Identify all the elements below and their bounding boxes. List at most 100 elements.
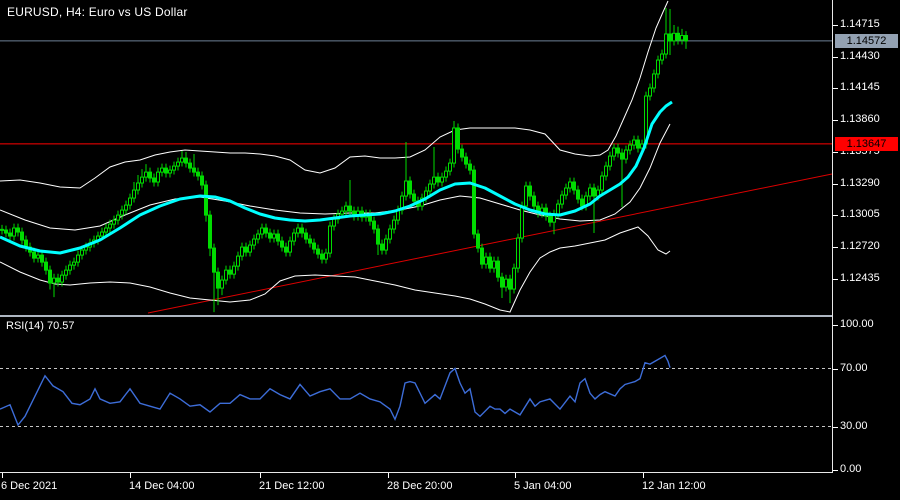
- candle-body: [264, 227, 268, 234]
- candle-body: [312, 242, 316, 250]
- candle-body: [652, 73, 656, 89]
- rsi-axis-label: 100.00: [840, 318, 874, 330]
- candle-body: [484, 256, 488, 265]
- candle-body: [296, 227, 300, 234]
- candle-body: [20, 231, 24, 241]
- candle-body: [376, 228, 380, 245]
- candle-body: [68, 264, 72, 271]
- candle-body: [668, 33, 672, 42]
- candle-body: [112, 219, 116, 225]
- candle-body: [188, 162, 192, 169]
- candle-body: [520, 205, 524, 239]
- candle-body: [108, 223, 112, 229]
- candle-body: [580, 198, 584, 207]
- candle-body: [468, 163, 472, 171]
- candle-body: [252, 238, 256, 246]
- candle-body: [604, 165, 608, 177]
- candle-body: [684, 35, 688, 42]
- price-axis-label: 1.14715: [840, 18, 880, 30]
- candle-body: [268, 232, 272, 239]
- bollinger-middle-band: [0, 123, 671, 231]
- candle-body: [500, 276, 504, 288]
- candle-body: [148, 171, 152, 179]
- candle-body: [228, 269, 232, 275]
- price-tick: [833, 369, 838, 370]
- price-tick: [833, 325, 838, 326]
- candle-body: [472, 169, 476, 235]
- candle-body: [664, 33, 668, 55]
- level-price-box: 1.13647: [835, 137, 898, 151]
- rsi-line: [0, 354, 671, 427]
- candle-body: [248, 244, 252, 253]
- candle-body: [608, 155, 612, 167]
- price-tick: [833, 184, 838, 185]
- time-axis-label: 6 Dec 2021: [1, 480, 58, 492]
- candle-body: [256, 233, 260, 240]
- candle-body: [320, 253, 324, 260]
- ascending-trendline[interactable]: [147, 173, 832, 314]
- candle-body: [72, 261, 76, 266]
- candle-body: [676, 32, 680, 41]
- time-axis-label: 14 Dec 04:00: [129, 480, 195, 492]
- candle-body: [648, 87, 652, 97]
- candle-body: [328, 225, 332, 254]
- price-axis-label: 1.14145: [840, 81, 880, 93]
- candle-body: [160, 167, 164, 173]
- panel-separator[interactable]: [0, 315, 832, 317]
- candle-body: [0, 228, 4, 231]
- time-axis[interactable]: 6 Dec 2021 14 Dec 04:00 21 Dec 12:00 28 Dec…: [0, 473, 900, 500]
- candle-body: [288, 240, 292, 253]
- candle-body: [292, 232, 296, 242]
- price-tick: [833, 120, 838, 121]
- candle-body: [8, 232, 12, 237]
- candle-body: [76, 254, 80, 263]
- main-price-panel[interactable]: [0, 0, 832, 317]
- price-tick: [833, 215, 838, 216]
- candle-body: [612, 147, 616, 157]
- bollinger-upper-band: [0, 0, 669, 189]
- time-tick: [2, 473, 3, 478]
- candle-body: [4, 229, 8, 234]
- candle-body: [44, 261, 48, 271]
- price-tick: [833, 25, 838, 26]
- rsi-indicator-panel[interactable]: [0, 317, 832, 473]
- time-axis-label: 28 Dec 20:00: [387, 480, 453, 492]
- time-tick: [130, 473, 131, 478]
- candle-body: [452, 127, 456, 164]
- candle-body: [456, 127, 460, 150]
- chart-title: EURUSD, H4: Euro vs US Dollar: [7, 5, 188, 19]
- candle-body: [244, 246, 248, 253]
- candle-body: [16, 227, 20, 233]
- trading-chart-window: EURUSD, H4: Euro vs US Dollar RSI(14) 70…: [0, 0, 900, 500]
- candle-body: [316, 248, 320, 255]
- candle-body: [332, 218, 336, 227]
- candle-body: [164, 167, 168, 174]
- candle-body: [236, 255, 240, 267]
- candle-body: [224, 269, 228, 281]
- candle-body: [124, 204, 128, 211]
- candle-body: [380, 243, 384, 251]
- candle-body: [384, 238, 388, 251]
- candle-body: [208, 214, 212, 249]
- candle-body: [340, 210, 344, 215]
- candle-body: [436, 176, 440, 183]
- candle-body: [428, 183, 432, 192]
- time-axis-label: 5 Jan 04:00: [514, 480, 572, 492]
- candle-body: [260, 227, 264, 235]
- candle-body: [632, 139, 636, 146]
- candle-body: [556, 203, 560, 215]
- time-axis-label: 21 Dec 12:00: [259, 480, 325, 492]
- candle-body: [568, 181, 572, 189]
- candle-body: [272, 233, 276, 239]
- candle-body: [132, 189, 136, 199]
- candle-body: [180, 157, 184, 163]
- candle-body: [576, 189, 580, 200]
- candle-body: [196, 171, 200, 177]
- candle-body: [504, 278, 508, 288]
- candle-body: [532, 195, 536, 207]
- candle-body: [12, 227, 16, 237]
- candle-body: [512, 267, 516, 290]
- price-axis[interactable]: 1.14715 1.14430 1.14145 1.13860 1.13575 1.132…: [833, 0, 900, 475]
- candle-body: [404, 180, 408, 197]
- candle-body: [628, 144, 632, 151]
